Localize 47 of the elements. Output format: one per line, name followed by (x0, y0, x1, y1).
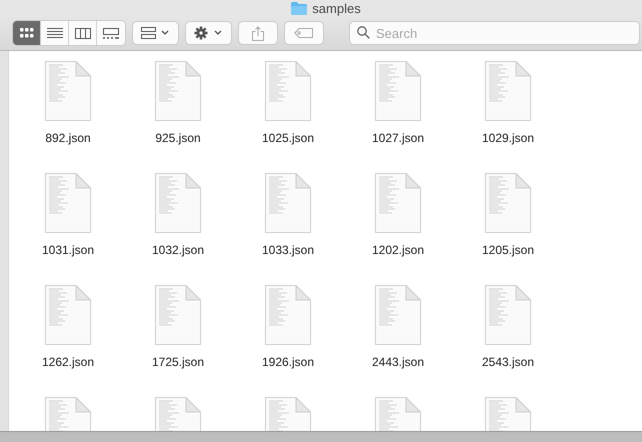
list-view-icon (46, 28, 62, 38)
document-icon[interactable] (375, 61, 421, 121)
folder-icon (291, 2, 308, 14)
document-icon[interactable] (45, 285, 91, 345)
document-icon[interactable] (485, 285, 531, 345)
file-name[interactable]: 892.json (45, 131, 91, 145)
gallery-view-icon (103, 28, 119, 38)
file-name[interactable]: 1205.json (482, 243, 534, 257)
file-name[interactable]: 1032.json (152, 243, 204, 257)
search-icon (357, 26, 370, 39)
file-name[interactable]: 1033.json (262, 243, 314, 257)
file-name[interactable]: 1202.json (372, 243, 424, 257)
document-icon[interactable] (485, 61, 531, 121)
document-icon[interactable] (485, 173, 531, 233)
file-name[interactable]: 1027.json (372, 131, 424, 145)
file-name[interactable]: 2543.json (482, 355, 534, 369)
grid-view-icon (20, 28, 34, 38)
action-menu-button[interactable] (185, 21, 232, 45)
tag-button[interactable] (284, 21, 324, 45)
file-name[interactable]: 1926.json (262, 355, 314, 369)
group-by-button[interactable] (132, 21, 179, 45)
document-icon[interactable] (155, 173, 201, 233)
file-name[interactable]: 1029.json (482, 131, 534, 145)
document-icon[interactable] (265, 173, 311, 233)
document-icon[interactable] (375, 285, 421, 345)
search-field[interactable]: Search (349, 21, 640, 45)
grid-view-button[interactable] (13, 21, 41, 45)
file-name[interactable]: 1262.json (42, 355, 94, 369)
document-icon[interactable] (265, 285, 311, 345)
document-icon[interactable] (265, 61, 311, 121)
file-name[interactable]: 1031.json (42, 243, 94, 257)
group-by-icon (140, 27, 170, 39)
file-name[interactable]: 1025.json (262, 131, 314, 145)
document-icon[interactable] (45, 61, 91, 121)
document-icon[interactable] (45, 173, 91, 233)
tag-icon (294, 28, 314, 38)
gear-icon (194, 26, 224, 40)
document-icon[interactable] (155, 285, 201, 345)
share-icon (252, 26, 264, 40)
document-icon[interactable] (155, 61, 201, 121)
window-title: samples (312, 0, 361, 16)
file-name[interactable]: 925.json (155, 131, 201, 145)
document-icon[interactable] (375, 173, 421, 233)
file-name[interactable]: 1725.json (152, 355, 204, 369)
share-button[interactable] (238, 21, 278, 45)
columns-view-icon (74, 28, 90, 38)
file-name[interactable]: 2443.json (372, 355, 424, 369)
